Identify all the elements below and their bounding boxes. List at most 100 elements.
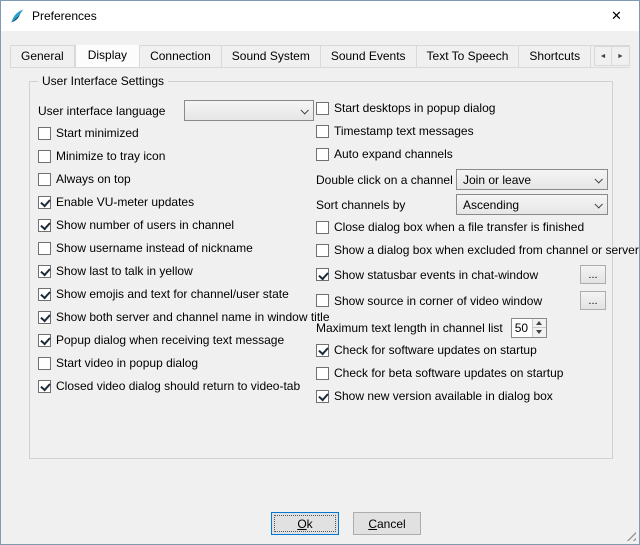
double-click-combobox[interactable]: Join or leave — [456, 169, 608, 190]
checkbox-checked[interactable] — [38, 288, 51, 301]
tab-general[interactable]: General — [10, 45, 75, 67]
checkbox-checked[interactable] — [38, 334, 51, 347]
window-title: Preferences — [32, 9, 594, 23]
close-icon: ✕ — [611, 8, 622, 24]
checkbox-label: Close dialog box when a file transfer is… — [334, 220, 584, 234]
cancel-button[interactable]: Cancel — [353, 512, 421, 535]
right-button-checkbox-list: Show statusbar events in chat-window...S… — [316, 265, 608, 310]
checkbox-unchecked[interactable] — [316, 148, 329, 161]
checkbox-row[interactable]: Close dialog box when a file transfer is… — [316, 219, 608, 235]
spinner-down-icon[interactable] — [533, 328, 546, 337]
tab-scroll-left-icon[interactable]: ◄ — [594, 46, 612, 66]
chevron-down-icon[interactable] — [589, 195, 607, 214]
checkbox-checked[interactable] — [38, 196, 51, 209]
checkbox-checked[interactable] — [38, 380, 51, 393]
tab-sound-system[interactable]: Sound System — [222, 45, 321, 67]
checkbox-label: Auto expand channels — [334, 147, 453, 161]
max-text-length-label: Maximum text length in channel list — [316, 321, 503, 335]
checkbox-row[interactable]: Show last to talk in yellow — [38, 263, 314, 279]
checkbox-row[interactable]: Show a dialog box when excluded from cha… — [316, 242, 608, 258]
sort-channels-combobox[interactable]: Ascending — [456, 194, 608, 215]
checkbox-unchecked[interactable] — [316, 125, 329, 138]
language-field-row: User interface language — [38, 100, 314, 121]
checkbox-checked[interactable] — [38, 265, 51, 278]
checkbox-row[interactable]: Show emojis and text for channel/user st… — [38, 286, 314, 302]
chevron-down-icon[interactable] — [589, 170, 607, 189]
ok-button[interactable]: Ok — [271, 512, 339, 535]
titlebar[interactable]: Preferences ✕ — [1, 1, 639, 31]
tab-text-to-speech[interactable]: Text To Speech — [417, 45, 520, 67]
checkbox-unchecked[interactable] — [38, 150, 51, 163]
checkbox-row[interactable]: Start video in popup dialog — [38, 355, 314, 371]
chevron-down-icon[interactable] — [295, 101, 313, 120]
checkbox-row[interactable]: Start desktops in popup dialog — [316, 100, 608, 116]
checkbox-row[interactable]: Show source in corner of video window... — [316, 291, 608, 310]
checkbox-row[interactable]: Minimize to tray icon — [38, 148, 314, 164]
checkbox-row[interactable]: Show username instead of nickname — [38, 240, 314, 256]
sort-channels-label: Sort channels by — [316, 198, 405, 212]
checkbox-unchecked[interactable] — [316, 244, 329, 257]
language-combobox[interactable] — [184, 100, 314, 121]
tab-scroller: ◄ ► — [594, 46, 630, 66]
checkbox-row[interactable]: Show both server and channel name in win… — [38, 309, 314, 325]
ok-label-rest: k — [307, 517, 313, 531]
checkbox-row[interactable]: Auto expand channels — [316, 146, 608, 162]
app-logo-icon[interactable] — [9, 8, 26, 25]
checkbox-label: Show last to talk in yellow — [56, 264, 193, 278]
spinner-up-icon[interactable] — [533, 319, 546, 329]
checkbox-label: Popup dialog when receiving text message — [56, 333, 284, 347]
checkbox-label: Enable VU-meter updates — [56, 195, 194, 209]
checkbox-unchecked[interactable] — [316, 294, 329, 307]
checkbox-row[interactable]: Start minimized — [38, 125, 314, 141]
checkbox-unchecked[interactable] — [316, 367, 329, 380]
checkbox-row[interactable]: Show number of users in channel — [38, 217, 314, 233]
checkbox-row[interactable]: Always on top — [38, 171, 314, 187]
max-text-length-input[interactable] — [512, 319, 532, 337]
language-label: User interface language — [38, 104, 165, 118]
right-bottom-checkbox-list: Check for software updates on startup Che… — [316, 342, 608, 404]
max-text-length-spinner[interactable] — [511, 318, 547, 338]
checkbox-label: Show statusbar events in chat-window — [334, 268, 538, 282]
tab-shortcuts[interactable]: Shortcuts — [519, 45, 591, 67]
checkbox-label: Check for software updates on startup — [334, 343, 537, 357]
checkbox-row[interactable]: Enable VU-meter updates — [38, 194, 314, 210]
checkbox-label: Check for beta software updates on start… — [334, 366, 563, 380]
group-title: User Interface Settings — [38, 74, 168, 88]
sort-channels-value: Ascending — [463, 198, 589, 212]
double-click-label: Double click on a channel — [316, 173, 453, 187]
checkbox-unchecked[interactable] — [38, 242, 51, 255]
checkbox-checked[interactable] — [38, 219, 51, 232]
checkbox-unchecked[interactable] — [316, 102, 329, 115]
right-mid-checkbox-list: Close dialog box when a file transfer is… — [316, 219, 608, 258]
close-button[interactable]: ✕ — [594, 1, 639, 31]
checkbox-unchecked[interactable] — [316, 221, 329, 234]
checkbox-row[interactable]: Check for software updates on startup — [316, 342, 608, 358]
checkbox-row[interactable]: Popup dialog when receiving text message — [38, 332, 314, 348]
ellipsis-button[interactable]: ... — [580, 265, 606, 284]
checkbox-row[interactable]: Timestamp text messages — [316, 123, 608, 139]
checkbox-checked[interactable] — [316, 268, 329, 281]
checkbox-unchecked[interactable] — [38, 357, 51, 370]
checkbox-row[interactable]: Show new version available in dialog box — [316, 388, 608, 404]
left-checkbox-list: Start minimized Minimize to tray icon Alwa… — [38, 125, 314, 394]
tab-connection[interactable]: Connection — [140, 45, 222, 67]
ellipsis-button[interactable]: ... — [580, 291, 606, 310]
resize-grip[interactable] — [624, 529, 636, 541]
tabstrip: General Display Connection Sound System … — [10, 45, 630, 68]
checkbox-row[interactable]: Check for beta software updates on start… — [316, 365, 608, 381]
max-text-length-row: Maximum text length in channel list — [316, 317, 608, 338]
double-click-field-row: Double click on a channel Join or leave — [316, 169, 608, 190]
tab-scroll-right-icon[interactable]: ► — [612, 46, 630, 66]
right-top-checkbox-list: Start desktops in popup dialog Timestamp … — [316, 100, 608, 162]
checkbox-unchecked[interactable] — [38, 127, 51, 140]
checkbox-checked[interactable] — [316, 344, 329, 357]
checkbox-checked[interactable] — [38, 311, 51, 324]
checkbox-checked[interactable] — [316, 390, 329, 403]
tab-sound-events[interactable]: Sound Events — [321, 45, 417, 67]
checkbox-row[interactable]: Closed video dialog should return to vid… — [38, 378, 314, 394]
checkbox-row[interactable]: Show statusbar events in chat-window... — [316, 265, 608, 284]
tab-display[interactable]: Display — [75, 45, 140, 68]
checkbox-unchecked[interactable] — [38, 173, 51, 186]
checkbox-label: Show source in corner of video window — [334, 294, 542, 308]
checkbox-label: Always on top — [56, 172, 131, 186]
